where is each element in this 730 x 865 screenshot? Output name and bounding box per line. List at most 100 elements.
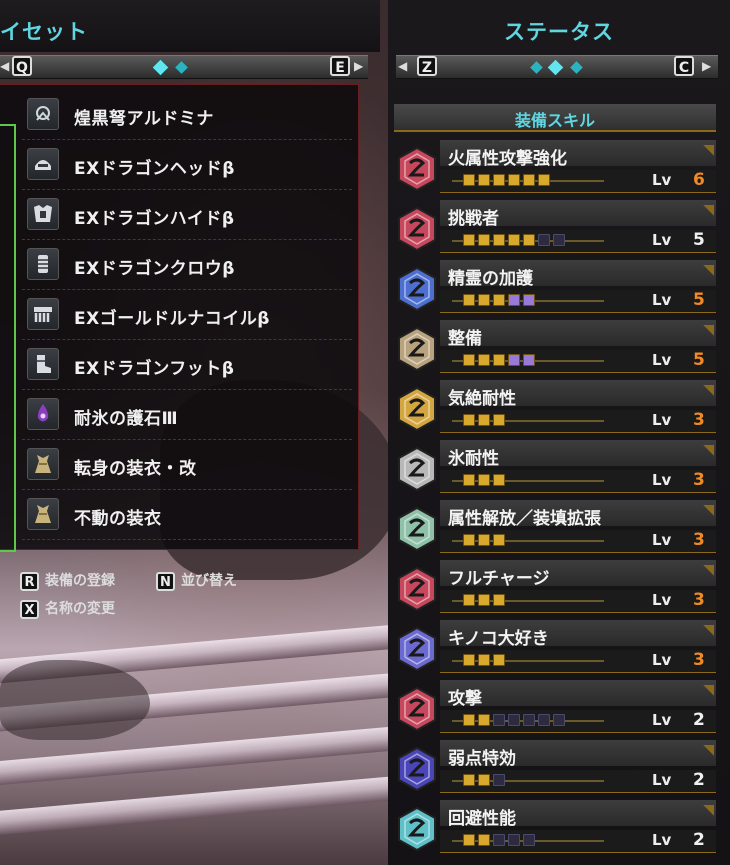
skill-row[interactable]: ◥ キノコ大好き Lv 3 <box>396 620 716 678</box>
level-pip-filled <box>463 354 475 366</box>
level-pip-filled <box>493 534 505 546</box>
skill-row[interactable]: ◥ 気絶耐性 Lv 3 <box>396 380 716 438</box>
corner-ornament-icon: ◥ <box>703 262 714 278</box>
equipment-name: EXドラゴンフットβ <box>74 359 235 379</box>
sort-label: 並び替え <box>181 573 237 589</box>
level-pip-filled <box>463 174 475 186</box>
skill-name: 気絶耐性 <box>448 389 516 409</box>
corner-ornament-icon: ◥ <box>703 802 714 818</box>
level-pip-empty <box>538 234 550 246</box>
level-pip-filled <box>493 594 505 606</box>
level-pip-filled <box>463 834 475 846</box>
charm-icon <box>27 398 59 430</box>
equipment-slot[interactable]: 転身の装衣・改 <box>22 441 352 490</box>
skill-row[interactable]: ◥ 弱点特効 Lv 2 <box>396 740 716 798</box>
skill-gem-icon <box>396 326 438 376</box>
crossbow-icon <box>27 98 59 130</box>
skill-row[interactable]: ◥ 整備 Lv 5 <box>396 320 716 378</box>
skill-name: 攻撃 <box>448 689 482 709</box>
equipment-slot[interactable]: 耐氷の護石Ⅲ <box>22 391 352 440</box>
equipment-slot[interactable]: EXゴールドルナコイルβ <box>22 291 352 340</box>
skill-row[interactable]: ◥ フルチャージ Lv 3 <box>396 560 716 618</box>
level-pip-filled <box>478 174 490 186</box>
skill-name: 回避性能 <box>448 809 516 829</box>
rename-label: 名称の変更 <box>45 601 115 617</box>
skill-row[interactable]: ◥ 回避性能 Lv 2 <box>396 800 716 858</box>
level-pip-empty <box>493 774 505 786</box>
equipment-slot[interactable]: EXドラゴンヘッドβ <box>22 141 352 190</box>
skill-gem-icon <box>396 506 438 556</box>
level-pip-filled <box>478 294 490 306</box>
level-pip-filled <box>493 414 505 426</box>
level-pip-filled <box>478 354 490 366</box>
left-arrow-icon[interactable]: ◀ <box>398 59 407 73</box>
prev-tab-key[interactable]: Z <box>417 56 437 76</box>
rename-action[interactable]: X 名称の変更 <box>20 598 115 619</box>
left-panel-title: イセット <box>0 20 88 44</box>
equipment-slot[interactable]: 煌黒弩アルドミナ <box>22 91 352 140</box>
level-value: 3 <box>693 590 705 610</box>
next-tab-key[interactable]: C <box>674 56 694 76</box>
level-pip-filled <box>463 594 475 606</box>
corner-ornament-icon: ◥ <box>703 742 714 758</box>
sort-action[interactable]: N 並び替え <box>156 570 237 591</box>
corner-ornament-icon: ◥ <box>703 622 714 638</box>
level-pip-filled <box>493 294 505 306</box>
corner-ornament-icon: ◥ <box>703 382 714 398</box>
corner-ornament-icon: ◥ <box>703 682 714 698</box>
right-arrow-icon[interactable]: ▶ <box>354 59 363 73</box>
corner-ornament-icon: ◥ <box>703 202 714 218</box>
skill-row[interactable]: ◥ 氷耐性 Lv 3 <box>396 440 716 498</box>
level-pip-filled <box>508 234 520 246</box>
level-pip-filled <box>463 294 475 306</box>
skill-row[interactable]: ◥ 精霊の加護 Lv 5 <box>396 260 716 318</box>
skill-row[interactable]: ◥ 火属性攻撃強化 Lv 6 <box>396 140 716 198</box>
skill-row[interactable]: ◥ 属性解放／装填拡張 Lv 3 <box>396 500 716 558</box>
skill-row[interactable]: ◥ 攻撃 Lv 2 <box>396 680 716 738</box>
level-label: Lv <box>652 531 672 549</box>
r-key: R <box>20 571 39 591</box>
corner-ornament-icon: ◥ <box>703 562 714 578</box>
level-label: Lv <box>652 591 672 609</box>
level-value: 2 <box>693 710 705 730</box>
level-value: 5 <box>693 290 705 310</box>
level-pip-empty <box>493 714 505 726</box>
equipment-slot[interactable]: EXドラゴンクロウβ <box>22 241 352 290</box>
skills-section-label: 装備スキル <box>514 111 595 130</box>
skill-name: フルチャージ <box>448 569 550 589</box>
corner-ornament-icon: ◥ <box>703 502 714 518</box>
level-pip-filled <box>508 354 520 366</box>
n-key: N <box>156 571 175 591</box>
equipment-slot[interactable]: EXドラゴンフットβ <box>22 341 352 390</box>
level-pip-filled <box>463 474 475 486</box>
right-arrow-icon[interactable]: ▶ <box>702 59 711 73</box>
level-pip-filled <box>478 474 490 486</box>
equipment-name: EXドラゴンヘッドβ <box>74 159 235 179</box>
level-pip-filled <box>493 654 505 666</box>
mantle-icon <box>27 498 59 530</box>
arm-armor-icon <box>27 248 59 280</box>
skill-gem-icon <box>396 806 438 856</box>
level-pip-empty <box>553 234 565 246</box>
register-equipment-action[interactable]: R 装備の登録 <box>20 570 115 591</box>
prev-set-key[interactable]: Q <box>12 56 32 76</box>
skill-name: 氷耐性 <box>448 449 499 469</box>
level-value: 3 <box>693 470 705 490</box>
level-pip-filled <box>463 654 475 666</box>
next-set-key[interactable]: E <box>330 56 350 76</box>
left-arrow-icon[interactable]: ◀ <box>0 59 9 73</box>
equipment-slot[interactable]: EXドラゴンハイドβ <box>22 191 352 240</box>
helm-icon <box>27 148 59 180</box>
skill-gem-icon <box>396 206 438 256</box>
equipment-slot[interactable]: 不動の装衣 <box>22 491 352 540</box>
equipment-name: 転身の装衣・改 <box>74 459 197 479</box>
level-pip-filled <box>478 234 490 246</box>
waist-armor-icon <box>27 298 59 330</box>
skill-name: 精霊の加護 <box>448 269 533 289</box>
skill-row[interactable]: ◥ 挑戦者 Lv 5 <box>396 200 716 258</box>
level-pip-filled <box>508 174 520 186</box>
level-value: 5 <box>693 230 705 250</box>
level-pip-filled <box>523 294 535 306</box>
level-pip-filled <box>493 474 505 486</box>
skill-gem-icon <box>396 746 438 796</box>
